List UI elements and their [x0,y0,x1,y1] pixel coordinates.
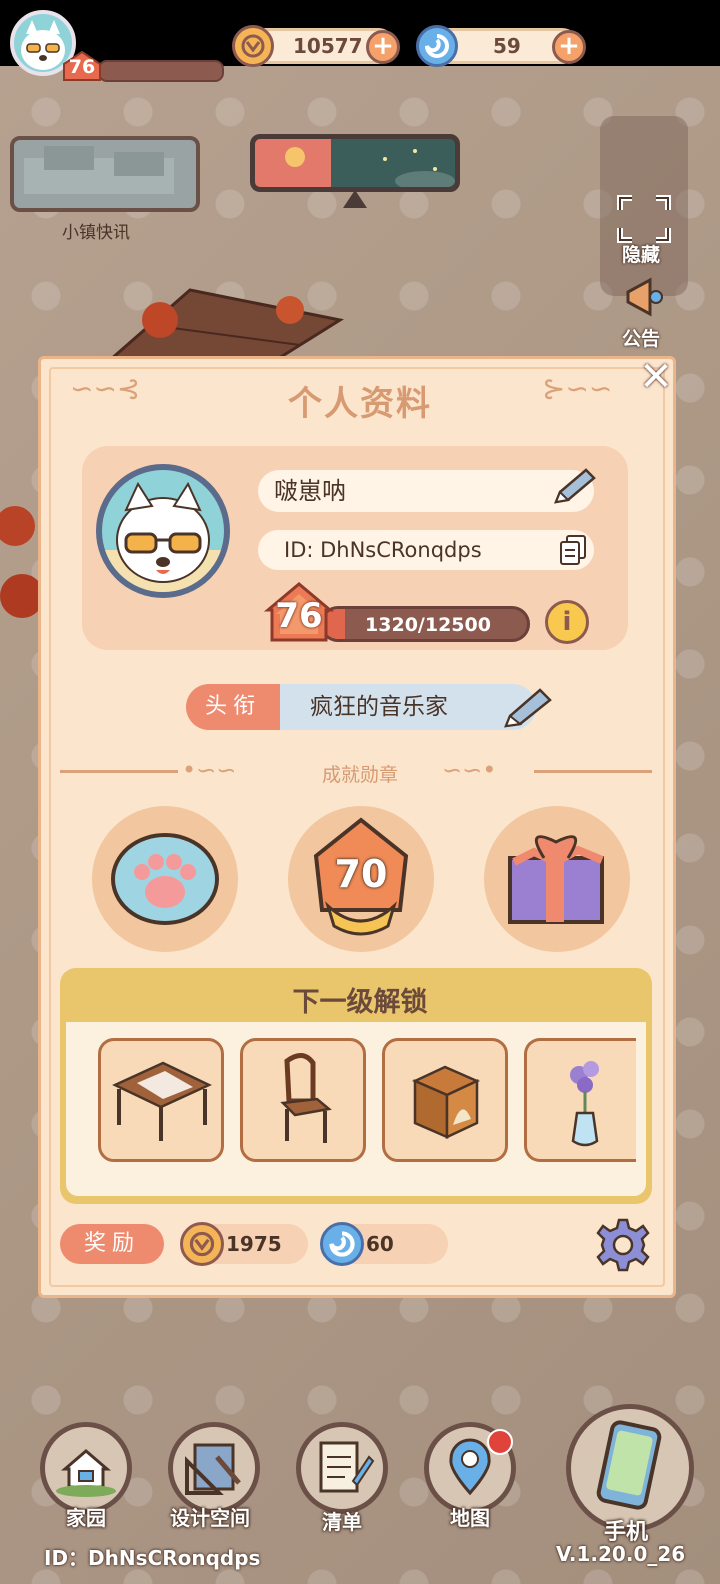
cabinet-icon [411,1065,481,1139]
level-number: 76 [275,596,323,636]
edit-title-icon[interactable] [500,686,556,732]
player-level-badge: 76 [60,50,104,82]
copy-icon[interactable] [558,534,588,566]
chair-icon [280,1053,332,1143]
version-text: V.1.20.0_26 [556,1542,686,1566]
nav-design-label[interactable]: 设计空间 [170,1502,250,1531]
footer-player-id: ID：DhNsCRonqdps [44,1546,261,1570]
reward-coin-icon [180,1222,224,1266]
town-news-button[interactable] [10,136,200,212]
nav-phone-button[interactable] [566,1404,694,1532]
smartphone-icon [596,1420,662,1510]
settings-gear-icon[interactable] [594,1216,652,1274]
day-night-indicator [250,134,460,192]
nickname-text: 啵崽呐 [274,477,346,505]
unlock-item-table[interactable] [98,1038,224,1162]
level-70-badge[interactable]: 70 [288,806,434,952]
paw-badge[interactable] [92,806,238,952]
gift-badge[interactable] [484,806,630,952]
nav-map-button[interactable] [424,1422,516,1514]
time-pointer-icon [343,190,367,208]
blueprint-icon [185,1443,241,1495]
sun-moon-icon [285,147,455,187]
notice-label[interactable]: 公告 [622,324,660,351]
add-coins-button[interactable]: + [366,30,400,64]
hide-label[interactable]: 隐藏 [622,240,660,267]
divider-right [534,770,652,773]
reward-gem-icon [320,1222,364,1266]
paw-icon [111,833,219,925]
vase-icon [570,1061,599,1147]
player-level-text: 76 [68,56,96,78]
badge-level-text: 70 [334,852,388,896]
reward-gems: 60 [366,1232,394,1256]
level-info-button[interactable]: i [545,600,589,644]
reward-coins: 1975 [226,1232,282,1256]
reward-tag: 奖励 [60,1224,164,1264]
achievements-label: 成就勋章 [321,764,398,786]
unlock-item-vase[interactable] [524,1038,636,1162]
house-icon [56,1449,116,1497]
unlock-item-chair[interactable] [240,1038,366,1162]
gift-box-icon [508,835,604,924]
coin-icon [232,25,274,67]
add-gems-button[interactable]: + [552,30,586,64]
player-id-text: ID: DhNsCRonqdps [284,538,482,562]
fullscreen-icon[interactable] [616,194,672,244]
nav-list-button[interactable] [296,1422,388,1514]
xp-progress-text: 1320/12500 [365,614,491,636]
table-icon [112,1061,212,1141]
gem-icon [416,25,458,67]
player-xp-bar [98,60,224,82]
checklist-icon [319,1441,375,1493]
nav-home-label[interactable]: 家园 [66,1502,106,1531]
title-tag: 头衔 [186,684,280,730]
town-news-label: 小镇快讯 [62,223,130,243]
title-value[interactable]: 疯狂的音乐家 [280,684,536,730]
samoyed-avatar-icon [102,481,224,592]
panel-title: 个人资料 [288,384,432,424]
nav-list-label[interactable]: 清单 [322,1506,362,1535]
divider-flourish-right-icon: ∽∽• [442,756,497,784]
nav-map-label[interactable]: 地图 [450,1502,490,1531]
profile-avatar[interactable] [96,464,230,598]
nav-home-button[interactable] [40,1422,132,1514]
map-notification-dot [487,1429,513,1455]
coin-count: 10577 [293,34,363,58]
gem-count: 59 [493,34,521,58]
unlock-title: 下一级解锁 [292,987,428,1018]
unlock-item-cabinet[interactable] [382,1038,508,1162]
megaphone-icon[interactable] [620,272,670,322]
nav-design-button[interactable] [168,1422,260,1514]
town-news-thumbnail [24,146,174,194]
edit-name-icon[interactable] [550,466,598,508]
